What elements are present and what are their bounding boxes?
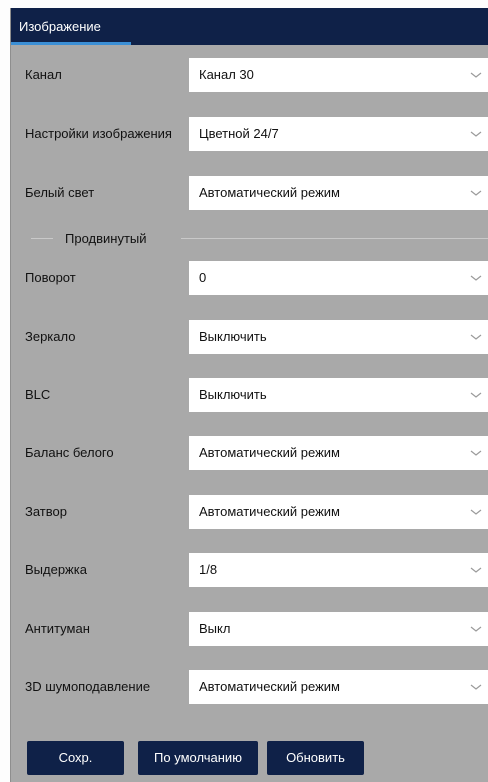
mirror-row: Зеркало Выключить bbox=[11, 320, 488, 354]
shutter-select[interactable]: Автоматический режим bbox=[189, 495, 488, 529]
defog-row: Антитуман Выкл bbox=[11, 612, 488, 646]
advanced-divider: Продвинутый bbox=[11, 229, 488, 249]
exposure-select[interactable]: 1/8 bbox=[189, 553, 488, 587]
default-button[interactable]: По умолчанию bbox=[138, 741, 258, 775]
white-balance-select[interactable]: Автоматический режим bbox=[189, 436, 488, 470]
shutter-value: Автоматический режим bbox=[199, 504, 340, 519]
rotation-label: Поворот bbox=[25, 270, 76, 285]
white-light-select[interactable]: Автоматический режим bbox=[189, 176, 488, 210]
divider-line-left bbox=[31, 238, 53, 239]
chevron-down-icon bbox=[470, 72, 482, 78]
exposure-label: Выдержка bbox=[25, 562, 87, 577]
chevron-down-icon bbox=[470, 334, 482, 340]
blc-value: Выключить bbox=[199, 387, 267, 402]
channel-value: Канал 30 bbox=[199, 67, 254, 82]
channel-select[interactable]: Канал 30 bbox=[189, 58, 488, 92]
image-settings-row: Настройки изображения Цветной 24/7 bbox=[11, 117, 488, 151]
channel-label: Канал bbox=[25, 67, 62, 82]
noise-reduction-value: Автоматический режим bbox=[199, 679, 340, 694]
tab-image[interactable]: Изображение bbox=[11, 8, 131, 45]
image-settings-panel: Изображение Канал Канал 30 Настройки изо… bbox=[10, 8, 488, 782]
exposure-value: 1/8 bbox=[199, 562, 218, 577]
refresh-button[interactable]: Обновить bbox=[267, 741, 364, 775]
blc-select[interactable]: Выключить bbox=[189, 378, 488, 412]
white-light-label: Белый свет bbox=[25, 185, 95, 200]
chevron-down-icon bbox=[470, 450, 482, 456]
mirror-label: Зеркало bbox=[25, 329, 76, 344]
white-light-value: Автоматический режим bbox=[199, 185, 340, 200]
chevron-down-icon bbox=[470, 190, 482, 196]
shutter-label: Затвор bbox=[25, 504, 67, 519]
chevron-down-icon bbox=[470, 509, 482, 515]
noise-reduction-select[interactable]: Автоматический режим bbox=[189, 670, 488, 704]
save-button[interactable]: Сохр. bbox=[27, 741, 124, 775]
mirror-value: Выключить bbox=[199, 329, 267, 344]
divider-line-right bbox=[181, 238, 488, 239]
rotation-row: Поворот 0 bbox=[11, 261, 488, 295]
noise-reduction-row: 3D шумоподавление Автоматический режим bbox=[11, 670, 488, 704]
white-balance-value: Автоматический режим bbox=[199, 445, 340, 460]
chevron-down-icon bbox=[470, 684, 482, 690]
image-settings-value: Цветной 24/7 bbox=[199, 126, 279, 141]
chevron-down-icon bbox=[470, 626, 482, 632]
chevron-down-icon bbox=[470, 131, 482, 137]
shutter-row: Затвор Автоматический режим bbox=[11, 495, 488, 529]
blc-row: BLC Выключить bbox=[11, 378, 488, 412]
image-settings-select[interactable]: Цветной 24/7 bbox=[189, 117, 488, 151]
white-light-row: Белый свет Автоматический режим bbox=[11, 176, 488, 210]
tab-bar: Изображение bbox=[11, 8, 488, 45]
chevron-down-icon bbox=[470, 567, 482, 573]
rotation-value: 0 bbox=[199, 270, 207, 285]
chevron-down-icon bbox=[470, 275, 482, 281]
defog-label: Антитуман bbox=[25, 621, 90, 636]
noise-reduction-label: 3D шумоподавление bbox=[25, 679, 151, 694]
exposure-row: Выдержка 1/8 bbox=[11, 553, 488, 587]
white-balance-label: Баланс белого bbox=[25, 445, 114, 460]
chevron-down-icon bbox=[470, 392, 482, 398]
advanced-label: Продвинутый bbox=[65, 231, 147, 246]
rotation-select[interactable]: 0 bbox=[189, 261, 488, 295]
image-settings-label: Настройки изображения bbox=[25, 126, 172, 141]
blc-label: BLC bbox=[25, 387, 51, 402]
channel-row: Канал Канал 30 bbox=[11, 58, 488, 92]
defog-value: Выкл bbox=[199, 621, 231, 636]
mirror-select[interactable]: Выключить bbox=[189, 320, 488, 354]
white-balance-row: Баланс белого Автоматический режим bbox=[11, 436, 488, 470]
defog-select[interactable]: Выкл bbox=[189, 612, 488, 646]
